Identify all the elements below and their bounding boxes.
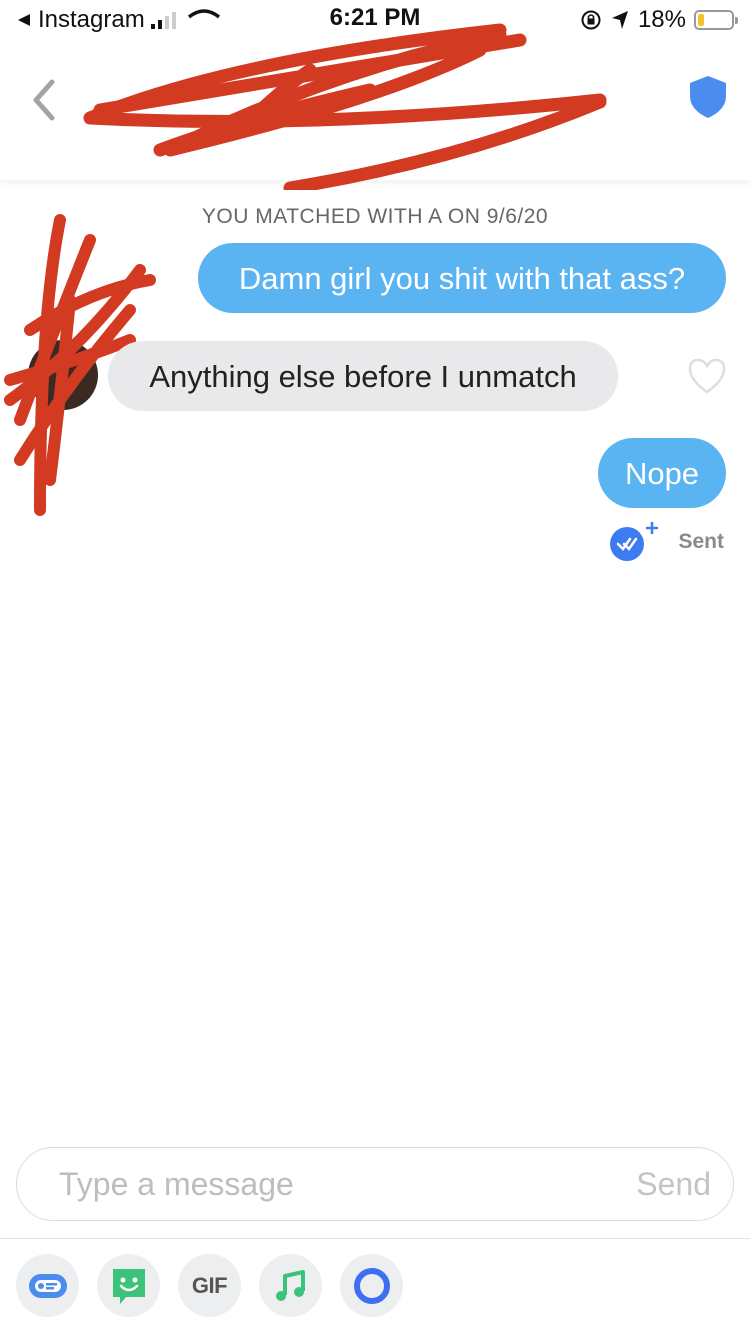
battery-fill bbox=[698, 14, 704, 26]
contact-card-icon bbox=[28, 1273, 67, 1298]
music-button[interactable] bbox=[259, 1254, 322, 1317]
divider bbox=[0, 1238, 750, 1239]
redaction-scribble bbox=[83, 23, 607, 190]
message-input[interactable] bbox=[57, 1164, 581, 1204]
message-text: Nope bbox=[624, 455, 700, 491]
chat-header bbox=[0, 23, 750, 190]
message-status: Sent bbox=[678, 530, 724, 553]
heart-icon[interactable] bbox=[686, 356, 728, 396]
message-bubble-incoming[interactable]: Anything else before I unmatch bbox=[108, 341, 618, 411]
shield-icon[interactable] bbox=[688, 74, 728, 120]
sticker-button[interactable] bbox=[97, 1254, 160, 1317]
message-bubble-outgoing[interactable]: Damn girl you shit with that ass? bbox=[198, 243, 726, 313]
sticker-icon bbox=[112, 1268, 145, 1304]
chevron-left-icon[interactable] bbox=[22, 70, 72, 130]
composer-toolbar: GIF bbox=[16, 1254, 403, 1317]
circle-icon bbox=[353, 1267, 390, 1304]
gif-button[interactable]: GIF bbox=[178, 1254, 241, 1317]
message-text: Damn girl you shit with that ass? bbox=[238, 260, 686, 296]
message-text: Anything else before I unmatch bbox=[149, 358, 577, 394]
read-receipt-icon[interactable] bbox=[608, 520, 660, 564]
message-bubble-outgoing[interactable]: Nope bbox=[598, 438, 726, 508]
battery-icon bbox=[694, 10, 738, 30]
contact-card-button[interactable] bbox=[16, 1254, 79, 1317]
music-icon bbox=[275, 1269, 305, 1301]
message-composer: Send bbox=[16, 1147, 734, 1221]
gif-icon: GIF bbox=[191, 1272, 228, 1298]
loop-button[interactable] bbox=[340, 1254, 403, 1317]
battery-percent: 18% bbox=[637, 6, 686, 33]
send-button[interactable]: Send bbox=[636, 1166, 711, 1203]
